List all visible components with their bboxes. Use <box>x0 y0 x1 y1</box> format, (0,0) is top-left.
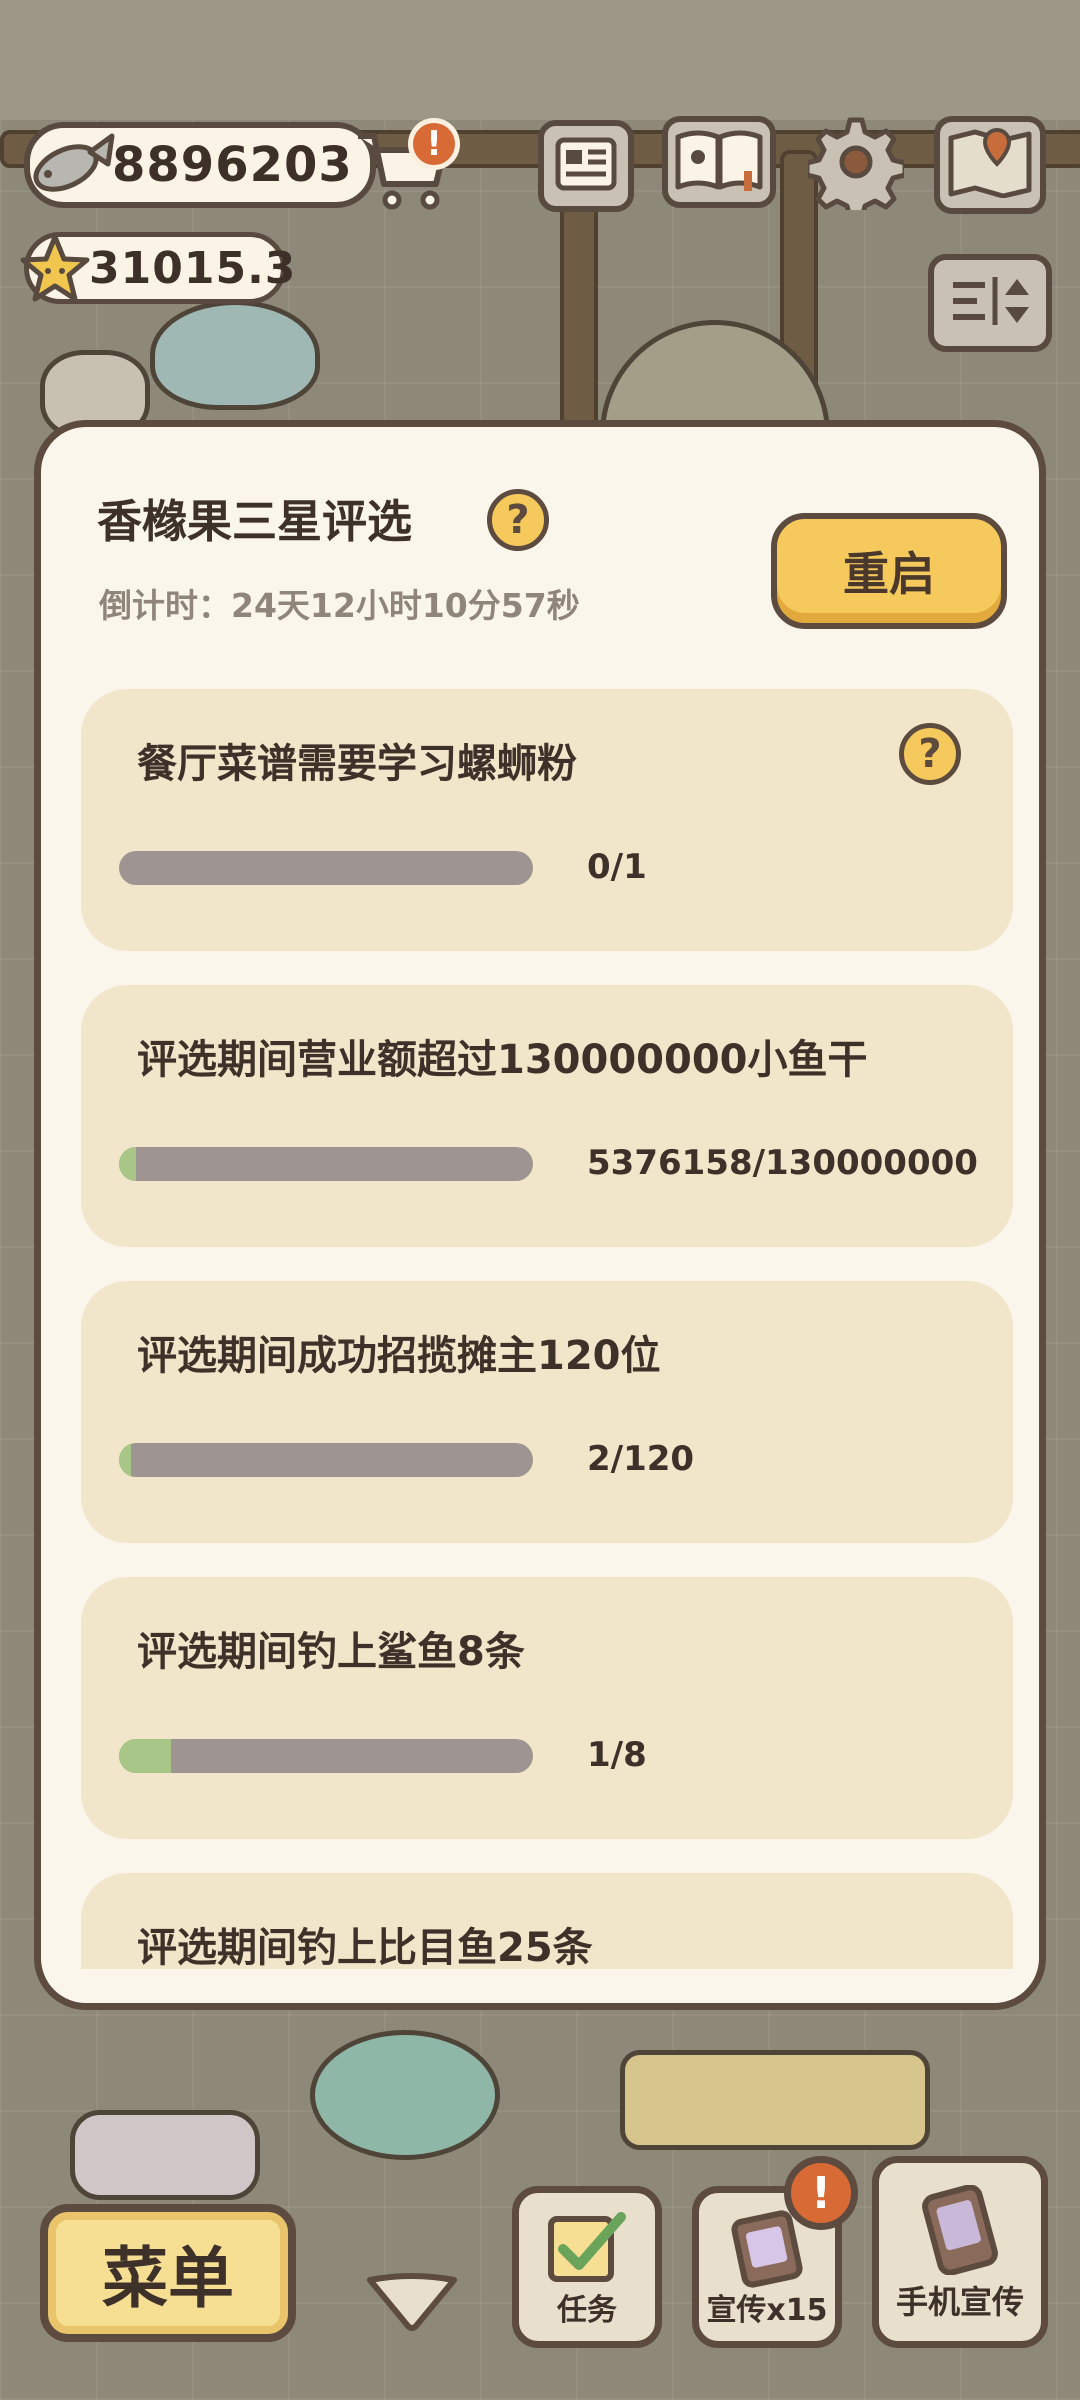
fish-icon <box>22 122 118 216</box>
task-description: 评选期间营业额超过130000000小鱼干 <box>137 1037 868 1083</box>
star-icon <box>17 231 93 311</box>
menu-button[interactable]: 菜单 <box>40 2204 296 2342</box>
fish-currency-display[interactable]: 8896203 <box>24 122 376 208</box>
task-progress-bar <box>119 1443 533 1477</box>
phone-icon <box>912 2184 1008 2279</box>
bench-decoration <box>620 2050 930 2150</box>
promote-label: 宣传x15 <box>706 2293 828 2328</box>
shop-cart-button[interactable]: ! <box>352 118 460 214</box>
task-description: 评选期间成功招揽摊主120位 <box>137 1333 661 1379</box>
star-currency-display[interactable]: 31015.3 <box>20 232 295 304</box>
book-icon <box>674 127 764 197</box>
task-list[interactable]: 餐厅菜谱需要学习螺蛳粉 ? 0/1 评选期间营业额超过130000000小鱼干 … <box>81 689 1013 1969</box>
task-progress-fill <box>119 1147 136 1181</box>
recipe-book-button[interactable] <box>662 116 776 208</box>
dialog-help-button[interactable]: ? <box>487 489 549 551</box>
newspaper-button[interactable] <box>538 120 634 212</box>
hat-decoration <box>150 300 320 410</box>
task-card: 评选期间成功招揽摊主120位 2/120 <box>81 1281 1013 1543</box>
task-progress-fill <box>119 1739 171 1773</box>
sort-icon <box>945 271 1035 335</box>
task-help-button[interactable]: ? <box>899 723 961 785</box>
task-progress-fill <box>119 1443 132 1477</box>
task-progress-bar <box>119 851 533 885</box>
star-currency-value: 31015.3 <box>89 242 297 294</box>
newspaper-icon <box>554 136 618 196</box>
map-icon <box>947 128 1033 202</box>
map-button[interactable] <box>934 116 1046 214</box>
cart-alert-badge: ! <box>408 118 460 170</box>
task-progress-bar <box>119 1147 533 1181</box>
dialog-title: 香橼果三星评选 <box>97 495 413 548</box>
sort-toggle-button[interactable] <box>928 254 1052 352</box>
promote-alert-badge: ! <box>784 2156 858 2230</box>
gear-icon <box>804 114 908 221</box>
phone-promote-label: 手机宣传 <box>895 2283 1024 2321</box>
task-progress-bar <box>119 1739 533 1773</box>
phone-promote-button[interactable]: 手机宣传 <box>872 2156 1048 2348</box>
task-card: 餐厅菜谱需要学习螺蛳粉 ? 0/1 <box>81 689 1013 951</box>
fish-currency-value: 8896203 <box>112 137 353 193</box>
task-progress-text: 0/1 <box>587 847 647 887</box>
task-description: 评选期间钓上比目鱼25条 <box>137 1925 593 1969</box>
task-progress-text: 5376158/130000000 <box>587 1143 978 1183</box>
countdown-text: 倒计时：24天12小时10分57秒 <box>99 586 580 625</box>
cup-decoration <box>70 2110 260 2200</box>
checklist-icon <box>545 2209 629 2293</box>
collapse-arrow-button[interactable] <box>364 2270 460 2334</box>
restart-button[interactable]: 重启 <box>771 513 1007 629</box>
task-progress-text: 1/8 <box>587 1735 647 1775</box>
task-description: 评选期间钓上鲨鱼8条 <box>137 1629 525 1675</box>
three-star-review-dialog: 香橼果三星评选 ? 倒计时：24天12小时10分57秒 重启 餐厅菜谱需要学习螺… <box>34 420 1046 2010</box>
tasks-button[interactable]: 任务 <box>512 2186 662 2348</box>
tasks-label: 任务 <box>557 2293 617 2328</box>
task-card: 评选期间钓上鲨鱼8条 1/8 <box>81 1577 1013 1839</box>
cushion-decoration <box>310 2030 500 2160</box>
task-card: 评选期间钓上比目鱼25条 <box>81 1873 1013 1969</box>
task-card: 评选期间营业额超过130000000小鱼干 5376158/130000000 <box>81 985 1013 1247</box>
promo-card-icon <box>725 2209 809 2293</box>
chevron-down-icon <box>364 2273 460 2338</box>
task-progress-text: 2/120 <box>587 1439 695 1479</box>
task-description: 餐厅菜谱需要学习螺蛳粉 <box>137 741 577 787</box>
settings-button[interactable] <box>804 117 908 221</box>
